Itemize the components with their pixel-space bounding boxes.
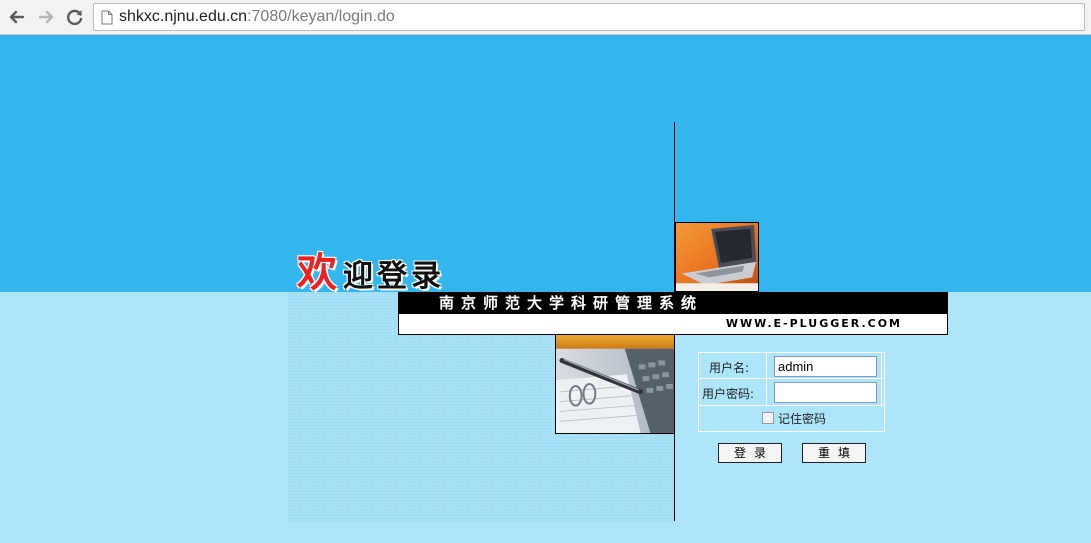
welcome-first-char: 欢	[297, 249, 337, 296]
form-divider	[699, 378, 884, 379]
reload-icon[interactable]	[64, 6, 86, 28]
form-divider	[881, 353, 882, 405]
pen-calculator-photo	[555, 334, 675, 434]
form-divider	[699, 405, 884, 406]
remember-row: 记住密码	[762, 410, 826, 427]
url-path: :7080/keyan/login.do	[247, 8, 395, 25]
page-icon	[101, 10, 113, 25]
remember-checkbox[interactable]	[762, 412, 774, 424]
welcome-heading: 欢迎登录	[297, 240, 445, 296]
address-bar[interactable]: shkxc.njnu.edu.cn:7080/keyan/login.do	[93, 3, 1085, 31]
website-text: WWW.E-PLUGGER.COM	[725, 317, 902, 330]
forward-arrow-icon[interactable]	[35, 6, 57, 28]
username-label: 用户名:	[709, 361, 750, 375]
title-black-bar: 南京师范大学科研管理系统	[399, 293, 947, 314]
system-name: 南京师范大学科研管理系统	[439, 294, 704, 312]
title-banner: 南京师范大学科研管理系统 WWW.E-PLUGGER.COM	[398, 292, 948, 335]
url-host: shkxc.njnu.edu.cn	[119, 8, 248, 25]
password-input[interactable]	[774, 382, 877, 403]
reset-button[interactable]: 重填	[802, 443, 866, 463]
browser-toolbar: shkxc.njnu.edu.cn:7080/keyan/login.do	[0, 0, 1091, 35]
username-input[interactable]	[774, 356, 877, 377]
remember-label: 记住密码	[778, 412, 827, 426]
back-arrow-icon[interactable]	[6, 6, 28, 28]
form-divider	[766, 353, 767, 405]
login-button[interactable]: 登录	[718, 443, 782, 463]
top-band	[0, 35, 1091, 292]
laptop-photo	[675, 222, 759, 292]
url-text[interactable]: shkxc.njnu.edu.cn:7080/keyan/login.do	[119, 8, 395, 26]
password-label: 用户密码:	[702, 387, 755, 401]
welcome-rest: 迎登录	[343, 259, 445, 294]
login-form: 用户名: 用户密码: 记住密码	[698, 352, 885, 432]
